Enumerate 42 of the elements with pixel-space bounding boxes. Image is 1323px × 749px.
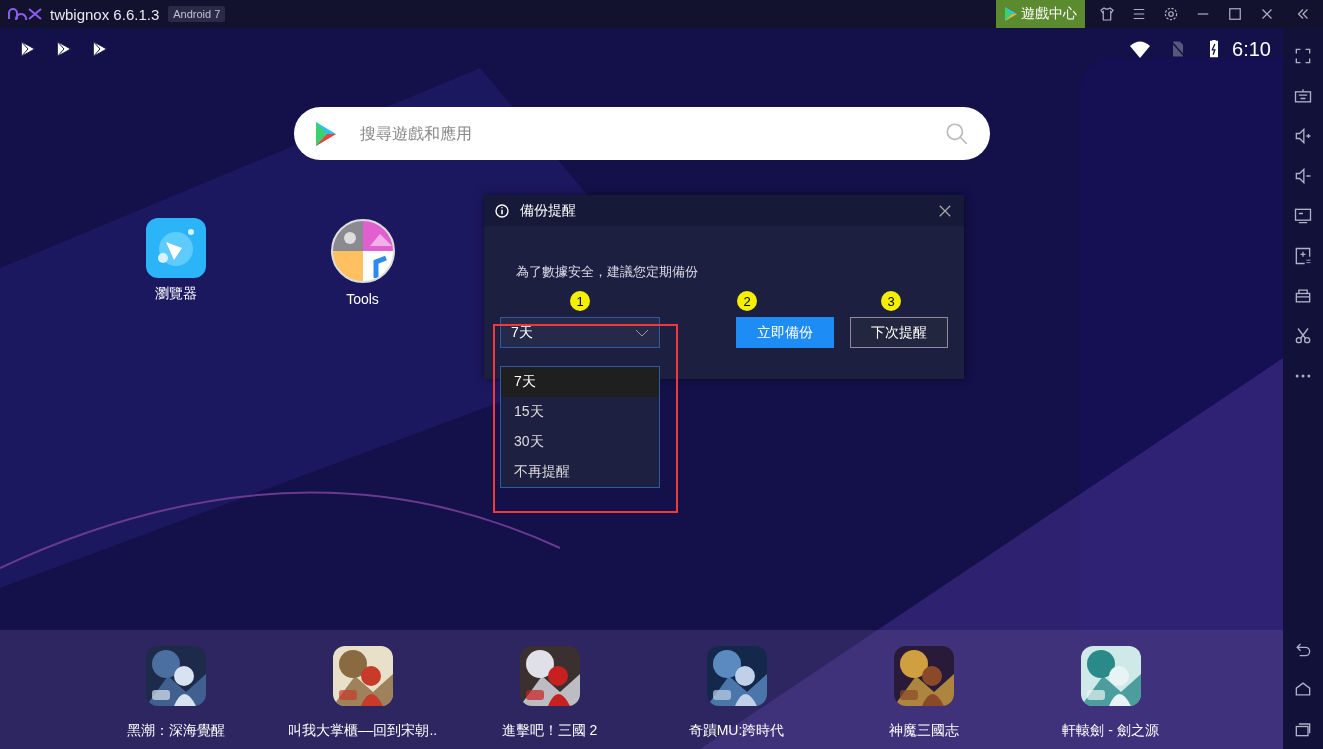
settings-icon[interactable] xyxy=(1162,5,1180,23)
dropdown-option[interactable]: 15天 xyxy=(501,397,659,427)
game-label: 進擊吧！三國 2 xyxy=(501,722,598,740)
game-label: 奇蹟MU:跨時代 xyxy=(688,722,785,740)
chevron-icon xyxy=(635,328,649,337)
game-label: 軒轅劍 - 劍之源 xyxy=(1062,722,1159,740)
volume-up-icon[interactable] xyxy=(1293,126,1313,146)
screen-icon[interactable] xyxy=(1293,206,1313,226)
logo-icon xyxy=(8,8,42,20)
clock-time: 6:10 xyxy=(1232,37,1271,61)
app-title: twbignox 6.6.1.3 xyxy=(50,5,160,23)
app-label: Tools xyxy=(346,291,379,307)
keyboard-icon[interactable] xyxy=(1293,86,1313,106)
dropdown-option[interactable]: 7天 xyxy=(501,367,659,397)
play-store-icon xyxy=(313,120,338,147)
interval-dropdown[interactable]: 7天 xyxy=(500,317,660,348)
number-marker: 3 xyxy=(881,291,901,311)
app-label: 瀏覽器 xyxy=(154,285,197,303)
game-label: 叫我大掌櫃––回到宋朝.. xyxy=(287,722,438,740)
number-marker: 1 xyxy=(570,291,590,311)
maximize-icon[interactable] xyxy=(1226,5,1244,23)
tools-folder-icon[interactable] xyxy=(329,218,396,284)
game-label: 黑潮：深海覺醒 xyxy=(126,722,225,740)
fullscreen-icon[interactable] xyxy=(1293,46,1313,66)
dropdown-option[interactable]: 30天 xyxy=(501,427,659,457)
dialog-message: 為了數據安全，建議您定期備份 xyxy=(516,263,699,281)
dropdown-option[interactable]: 不再提醒 xyxy=(501,457,659,487)
game-center-button[interactable]: 遊戲中心 xyxy=(996,0,1085,28)
browser-icon[interactable] xyxy=(145,218,206,278)
volume-down-icon[interactable] xyxy=(1293,166,1313,186)
search-field[interactable]: 搜尋遊戲和應用 xyxy=(357,123,924,144)
game-label: 神魔三國志 xyxy=(888,722,959,740)
info-icon xyxy=(494,202,510,219)
search-bar[interactable]: 搜尋遊戲和應用 xyxy=(293,107,990,160)
scissors-icon[interactable] xyxy=(1293,326,1313,346)
play-store-icon xyxy=(1004,6,1018,22)
dialog-title: 備份提醒 xyxy=(520,201,577,220)
number-marker: 2 xyxy=(737,291,757,311)
version-badge: Android 7 xyxy=(168,6,226,22)
remind-later-button[interactable]: 下次提醒 xyxy=(850,317,948,348)
shirt-icon[interactable] xyxy=(1098,5,1116,23)
apk-install-icon[interactable] xyxy=(1293,246,1313,266)
